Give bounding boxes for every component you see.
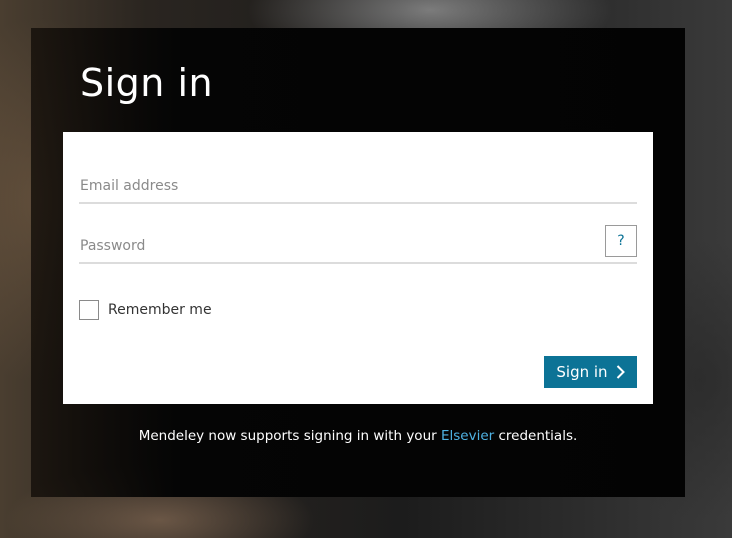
notice-text-before: Mendeley now supports signing in with yo… [138,428,441,444]
notice-text-after: credentials. [494,428,578,444]
password-help-button[interactable]: ? [605,225,637,257]
signin-button-label: Sign in [556,363,608,381]
elsevier-notice: Mendeley now supports signing in with yo… [31,428,685,444]
signin-form: ? Remember me Sign in [63,132,653,404]
remember-me-checkbox[interactable] [79,300,99,320]
chevron-right-icon [616,365,625,379]
page-title: Sign in [80,61,214,105]
signin-panel: Sign in ? Remember me Sign in Mendeley n… [31,28,685,497]
elsevier-link[interactable]: Elsevier [441,428,494,444]
remember-me-label[interactable]: Remember me [108,302,212,318]
password-input[interactable] [80,238,580,254]
remember-me[interactable]: Remember me [79,300,212,320]
email-field-container [79,162,637,204]
password-field-container: ? [79,222,637,264]
email-input[interactable] [80,178,580,194]
signin-button[interactable]: Sign in [544,356,637,388]
